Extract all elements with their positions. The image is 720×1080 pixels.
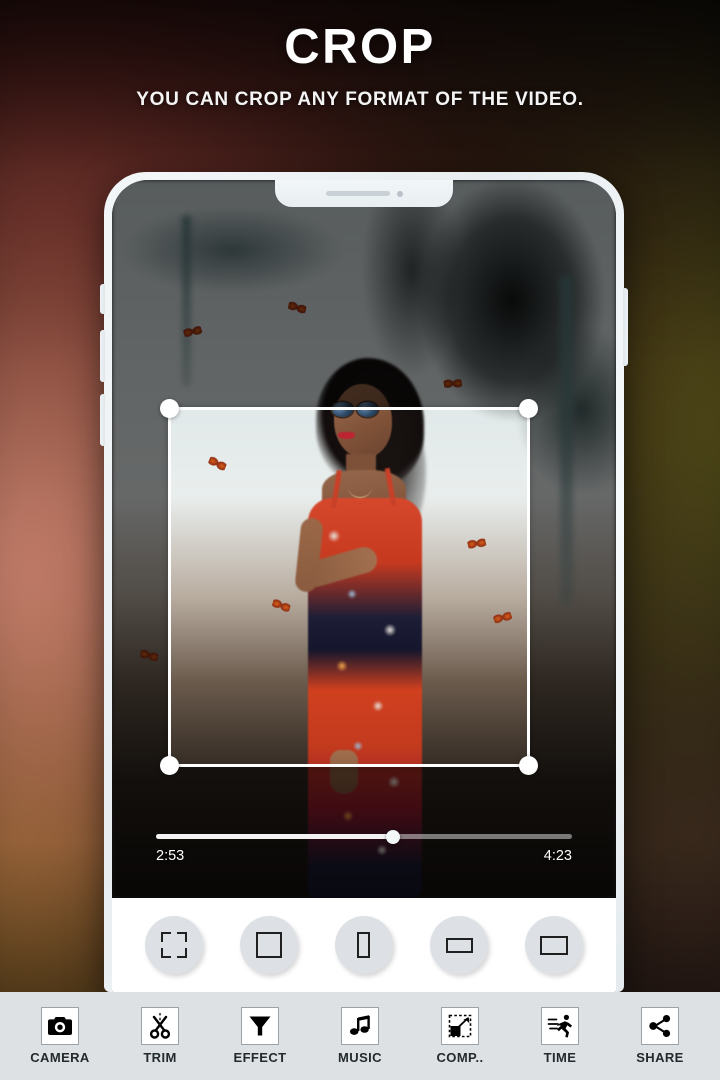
share-nodes-icon — [641, 1007, 679, 1045]
speaker-slot-icon — [325, 191, 390, 196]
toolbar-item-comp[interactable]: COMP.. — [419, 1007, 501, 1065]
toolbar-label-time: TIME — [543, 1050, 577, 1065]
phone-screen: 2:53 4:23 — [112, 180, 616, 992]
crop-dim-right — [530, 407, 616, 767]
toolbar-label-music: MUSIC — [338, 1050, 382, 1065]
ratio-button-landscape[interactable] — [430, 916, 489, 974]
ratio-button-wide[interactable] — [525, 916, 584, 974]
crop-handle-top-right[interactable] — [519, 399, 538, 418]
music-note-icon — [341, 1007, 379, 1045]
toolbar-item-camera[interactable]: CAMERA — [19, 1007, 101, 1065]
crop-handle-bottom-left[interactable] — [160, 756, 179, 775]
phone-notch — [275, 180, 453, 207]
volume-down-button[interactable] — [100, 394, 105, 446]
toolbar-label-camera: CAMERA — [30, 1050, 90, 1065]
camera-icon — [41, 1007, 79, 1045]
promo-screenshot: CROP YOU CAN CROP ANY FORMAT OF THE VIDE… — [0, 0, 720, 1080]
crop-selection[interactable] — [160, 399, 538, 775]
crop-handle-bottom-right[interactable] — [519, 756, 538, 775]
front-camera-icon — [396, 190, 403, 197]
ratio-button-portrait[interactable] — [334, 916, 393, 974]
video-seek-bar[interactable]: 2:53 4:23 — [156, 829, 572, 864]
toolbar-item-effect[interactable]: EFFECT — [219, 1007, 301, 1065]
video-preview[interactable]: 2:53 4:23 — [112, 180, 616, 898]
toolbar-label-trim: TRIM — [143, 1050, 177, 1065]
crop-handle-top-left[interactable] — [160, 399, 179, 418]
compress-icon — [441, 1007, 479, 1045]
page-title: CROP — [284, 20, 436, 74]
toolbar-item-music[interactable]: MUSIC — [319, 1007, 401, 1065]
total-time-label: 4:23 — [543, 848, 572, 864]
seek-progress-fill — [156, 834, 394, 839]
silent-switch[interactable] — [100, 284, 105, 314]
toolbar-label-comp: COMP.. — [436, 1050, 484, 1065]
toolbar-item-trim[interactable]: TRIM — [119, 1007, 201, 1065]
current-time-label: 2:53 — [156, 848, 185, 864]
seek-timestamps: 2:53 4:23 — [156, 848, 572, 864]
power-button[interactable] — [623, 288, 628, 366]
toolbar-label-effect: EFFECT — [233, 1050, 287, 1065]
free-crop-icon — [160, 932, 187, 958]
phone-mockup: 2:53 4:23 — [100, 172, 628, 992]
funnel-icon — [241, 1007, 279, 1045]
toolbar-label-share: SHARE — [636, 1050, 684, 1065]
seek-track[interactable] — [156, 829, 572, 844]
toolbar-item-share[interactable]: SHARE — [619, 1007, 701, 1065]
scissors-icon — [141, 1007, 179, 1045]
wide-ratio-icon — [540, 935, 569, 955]
aspect-ratio-bar — [112, 898, 616, 992]
volume-up-button[interactable] — [100, 330, 105, 382]
landscape-ratio-icon — [445, 937, 473, 953]
promo-header: CROP YOU CAN CROP ANY FORMAT OF THE VIDE… — [0, 20, 720, 111]
seek-thumb[interactable] — [386, 829, 401, 844]
crop-dim-left — [112, 407, 168, 767]
crop-dim-bottom — [112, 767, 616, 898]
page-subtitle: YOU CAN CROP ANY FORMAT OF THE VIDEO. — [136, 89, 584, 111]
crop-dim-top — [112, 180, 616, 407]
ratio-button-free[interactable] — [144, 916, 203, 974]
ratio-button-square[interactable] — [239, 916, 298, 974]
portrait-ratio-icon — [357, 932, 371, 958]
toolbar-item-time[interactable]: TIME — [519, 1007, 601, 1065]
bottom-toolbar: CAMERA TRIM EFFECT MUSIC COMP.. TIME SHA… — [0, 992, 720, 1080]
square-ratio-icon — [255, 932, 282, 958]
running-man-icon — [541, 1007, 579, 1045]
